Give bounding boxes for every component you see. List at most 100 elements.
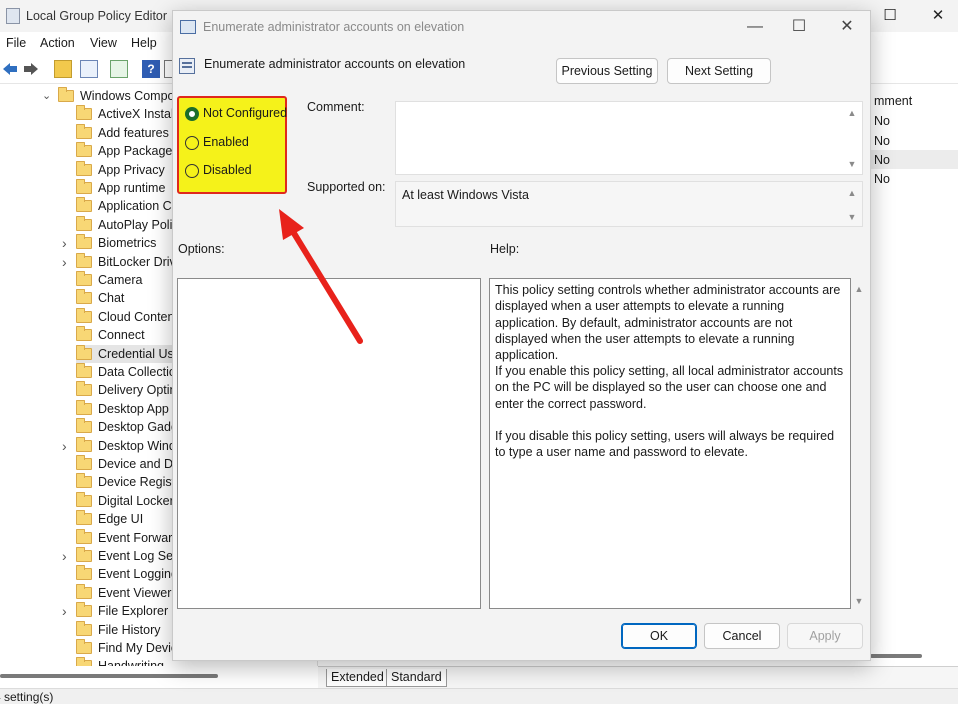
options-label: Options:	[178, 242, 225, 256]
tree-item-label: Event Viewer	[98, 585, 172, 600]
help-panel[interactable]: This policy setting controls whether adm…	[489, 278, 851, 609]
tab-extended[interactable]: Extended	[326, 669, 389, 687]
options-panel	[177, 278, 481, 609]
tree-item-label: App Package I	[98, 144, 180, 159]
scroll-down-icon[interactable]: ▼	[846, 211, 858, 223]
tree-item-label: BitLocker Driv	[98, 254, 176, 269]
tree-item-label: Device and Dr	[98, 457, 178, 471]
tree-item-label: Event Forward	[98, 530, 180, 545]
maximize-icon[interactable]: ☐	[870, 4, 910, 28]
tree-item-label: Find My Devic	[98, 641, 178, 655]
folder-icon	[76, 491, 92, 507]
policy-icon	[180, 20, 196, 34]
tree-item-label: File Explorer	[98, 604, 169, 619]
tree-item-label: Application Co	[98, 199, 179, 214]
close-icon[interactable]: ✕	[918, 4, 958, 28]
comment-textarea[interactable]	[395, 101, 863, 175]
scroll-up-icon[interactable]: ▲	[846, 107, 858, 119]
supported-on-label: Supported on:	[307, 180, 386, 194]
tree-item-label: Add features t	[98, 125, 176, 140]
expand-chevron-icon[interactable]: ›	[62, 253, 72, 271]
policy-setting-dialog: Enumerate administrator accounts on elev…	[172, 10, 871, 661]
tree-item-label: Event Log Serv	[98, 549, 184, 563]
folder-icon	[76, 510, 92, 526]
expand-chevron-icon[interactable]: ›	[62, 602, 72, 620]
tree-item-label: Event Logging	[98, 567, 178, 582]
show-hide-tree-icon[interactable]	[80, 60, 98, 78]
menu-action[interactable]: Action	[40, 36, 75, 50]
scroll-down-icon[interactable]: ▼	[846, 158, 858, 170]
folder-icon	[76, 215, 92, 231]
folder-icon	[76, 455, 92, 470]
folder-icon	[76, 473, 92, 489]
status-text: 4 setting(s)	[0, 690, 54, 704]
list-comment-value: No	[874, 114, 890, 128]
back-arrow-icon[interactable]	[1, 60, 19, 78]
folder-icon	[76, 289, 92, 305]
scroll-up-icon[interactable]: ▲	[853, 283, 865, 295]
folder-icon	[76, 565, 92, 581]
tree-item-label: Windows Compo	[80, 89, 175, 103]
help-icon[interactable]: ?	[142, 60, 160, 78]
comment-column-header[interactable]: mment	[874, 94, 912, 108]
dialog-titlebar: Enumerate administrator accounts on elev…	[173, 11, 870, 43]
scroll-down-icon[interactable]: ▼	[853, 595, 865, 607]
folder-icon	[76, 436, 92, 452]
dialog-minimize-icon[interactable]: —	[733, 15, 777, 39]
tree-item-label: Digital Locker	[98, 493, 174, 508]
export-list-icon[interactable]	[110, 60, 128, 78]
list-comment-value: No	[874, 172, 890, 186]
folder-icon	[76, 381, 92, 397]
tree-item-label: Edge UI	[98, 512, 144, 527]
tree-item-label: Data Collectio	[98, 365, 176, 379]
menu-view[interactable]: View	[90, 36, 117, 50]
comment-label: Comment:	[307, 100, 365, 114]
tree-item-label: Chat	[98, 291, 125, 306]
folder-icon	[76, 234, 92, 250]
tree-item-label: Connect	[98, 328, 145, 343]
tree-item-label: Delivery Optin	[98, 383, 177, 398]
tree-item-label: App Privacy	[98, 162, 165, 177]
collapse-chevron-icon[interactable]: ⌄	[42, 87, 52, 105]
folder-icon	[76, 528, 92, 544]
previous-setting-button[interactable]: Previous Setting	[556, 58, 658, 84]
folder-icon	[76, 123, 92, 139]
scroll-up-icon[interactable]: ▲	[846, 187, 858, 199]
folder-icon	[76, 602, 92, 618]
tab-standard[interactable]: Standard	[386, 669, 447, 687]
folder-icon	[76, 252, 92, 268]
cancel-button[interactable]: Cancel	[704, 623, 780, 649]
list-comment-value: No	[874, 134, 890, 148]
ok-button[interactable]: OK	[621, 623, 697, 649]
next-setting-button[interactable]: Next Setting	[667, 58, 771, 84]
folder-icon	[76, 179, 92, 194]
folder-icon	[76, 418, 92, 434]
dialog-close-icon[interactable]: ✕	[825, 15, 869, 39]
expand-chevron-icon[interactable]: ›	[62, 547, 72, 565]
folder-icon	[58, 87, 74, 102]
menu-file[interactable]: File	[6, 36, 26, 50]
forward-arrow-icon[interactable]	[22, 60, 40, 78]
radio-unchecked-icon[interactable]	[185, 164, 199, 178]
folder-icon	[76, 271, 92, 286]
apply-button[interactable]: Apply	[787, 623, 863, 649]
tree-horizontal-scrollbar[interactable]	[0, 674, 218, 678]
tree-item-label: Desktop Gadg	[98, 420, 178, 435]
radio-unchecked-icon[interactable]	[185, 136, 199, 150]
expand-chevron-icon[interactable]: ›	[62, 234, 72, 252]
menu-help[interactable]: Help	[131, 36, 157, 50]
help-label: Help:	[490, 242, 520, 256]
up-folder-icon[interactable]	[54, 60, 72, 78]
dialog-title: Enumerate administrator accounts on elev…	[203, 20, 465, 34]
expand-chevron-icon[interactable]: ›	[62, 437, 72, 455]
gpedit-app-icon	[6, 8, 20, 24]
supported-on-field: At least Windows Vista	[395, 181, 863, 227]
radio-label: Disabled	[203, 163, 252, 177]
dialog-maximize-icon[interactable]: ☐	[777, 15, 821, 39]
folder-icon	[76, 620, 92, 636]
tree-item-label: Camera	[98, 273, 143, 287]
list-horizontal-scrollbar[interactable]	[870, 654, 922, 658]
help-paragraph: If you enable this policy setting, all l…	[495, 364, 844, 411]
tree-item-label: Credential Use	[98, 346, 181, 361]
radio-checked-icon[interactable]	[185, 107, 199, 121]
